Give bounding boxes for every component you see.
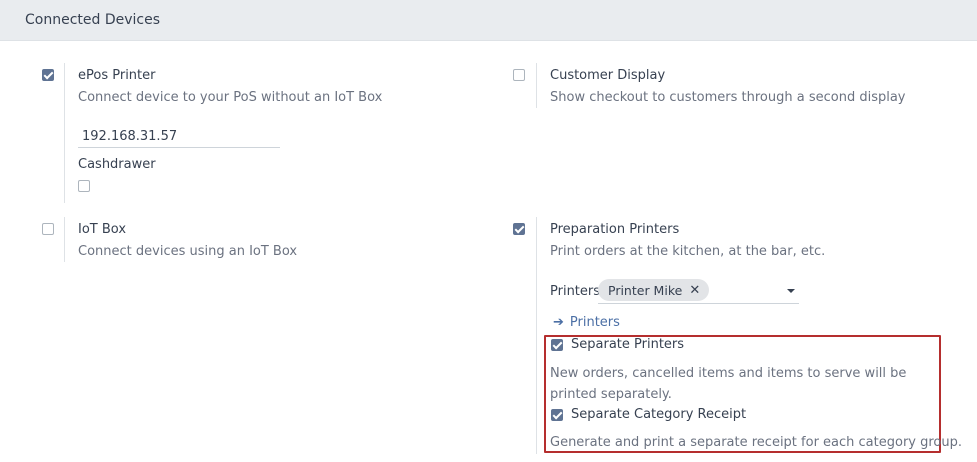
cashdrawer-checkbox[interactable]: [78, 180, 90, 192]
chevron-down-icon[interactable]: [787, 289, 795, 293]
separate-printers-label: Separate Printers: [571, 337, 685, 352]
epos-printer-description: Connect device to your PoS without an Io…: [78, 90, 383, 105]
preparation-printers-title: Preparation Printers: [550, 222, 680, 237]
separate-category-receipt-description: Generate and print a separate receipt fo…: [550, 435, 963, 450]
printer-tag: Printer Mike ✕: [598, 279, 710, 301]
customer-display-checkbox[interactable]: [513, 69, 525, 81]
epos-printer-title: ePos Printer: [78, 68, 156, 83]
section-title: Connected Devices: [25, 12, 161, 28]
customer-display-title: Customer Display: [550, 68, 666, 83]
separate-printers-checkbox[interactable]: [551, 339, 563, 351]
preparation-printers-description: Print orders at the kitchen, at the bar,…: [550, 244, 826, 259]
setting-divider: [64, 63, 65, 203]
iot-box-description: Connect devices using an IoT Box: [78, 244, 298, 259]
epos-printer-checkbox[interactable]: [42, 69, 54, 81]
setting-divider: [536, 63, 537, 108]
section-header: Connected Devices: [0, 0, 977, 41]
printers-link-label: Printers: [569, 315, 620, 330]
printer-tag-label: Printer Mike: [608, 282, 683, 298]
printers-link[interactable]: ➔ Printers: [553, 315, 620, 330]
separate-category-receipt-checkbox[interactable]: [551, 409, 563, 421]
iot-box-checkbox[interactable]: [42, 223, 54, 235]
printers-field-label: Printers: [550, 284, 601, 299]
separate-printers-description: New orders, cancelled items and items to…: [550, 366, 907, 402]
setting-divider: [64, 217, 65, 262]
arrow-right-icon: ➔: [553, 315, 564, 330]
separate-category-receipt-label: Separate Category Receipt: [571, 407, 747, 422]
printers-many2many-field[interactable]: Printer Mike ✕: [598, 278, 799, 304]
remove-tag-icon[interactable]: ✕: [689, 283, 700, 298]
preparation-printers-checkbox[interactable]: [513, 223, 525, 235]
customer-display-description: Show checkout to customers through a sec…: [550, 90, 906, 105]
iot-box-title: IoT Box: [78, 222, 127, 237]
cashdrawer-label: Cashdrawer: [78, 157, 156, 172]
setting-divider: [536, 217, 537, 454]
epos-ip-address-input[interactable]: [78, 126, 280, 148]
